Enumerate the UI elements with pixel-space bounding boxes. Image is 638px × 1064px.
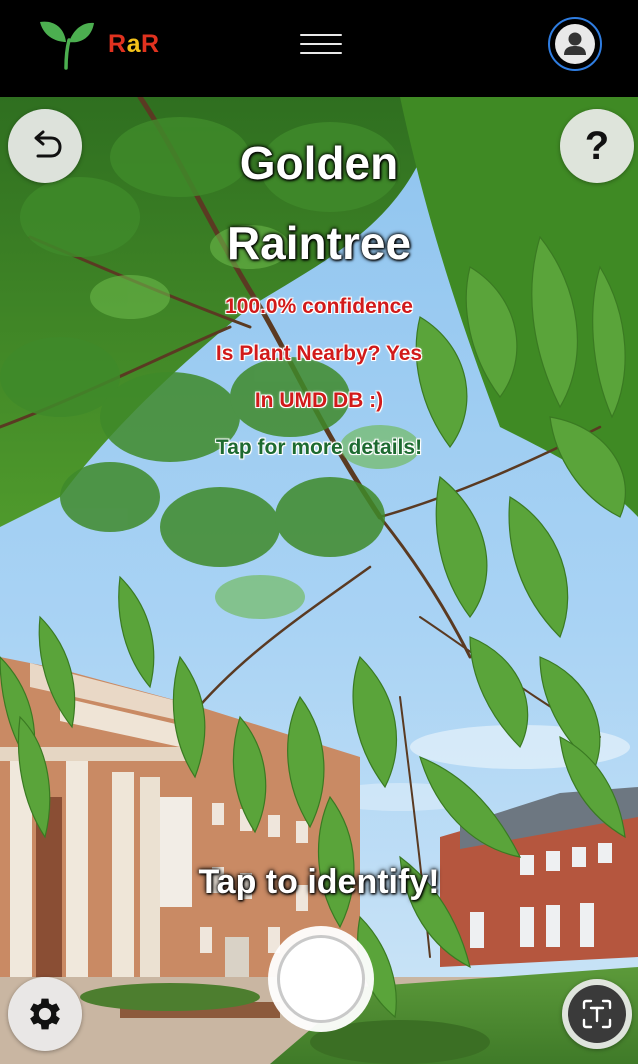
camera-preview[interactable]: ? Golden Raintree 100.0% confidence Is P…: [0, 97, 638, 1064]
hamburger-menu-icon[interactable]: [298, 30, 344, 58]
profile-button[interactable]: [548, 17, 602, 71]
database-status-text: In UMD DB :): [254, 389, 384, 412]
user-account-icon: [555, 24, 595, 64]
shutter-ring: [277, 935, 365, 1023]
text-recognition-icon: [568, 985, 626, 1043]
app-header: RaR: [0, 0, 638, 97]
gear-icon: [30, 998, 60, 1030]
plant-name-line1: Golden: [239, 137, 399, 189]
shutter-button[interactable]: [268, 926, 374, 1032]
nearby-status-text: Is Plant Nearby? Yes: [215, 342, 423, 365]
confidence-text: 100.0% confidence: [225, 295, 413, 318]
brand-letter-r2: R: [140, 30, 160, 58]
more-details-link[interactable]: Tap for more details!: [0, 424, 638, 471]
brand-letter-r: R: [108, 30, 127, 58]
identification-result[interactable]: Golden Raintree 100.0% confidence Is Pla…: [0, 123, 638, 471]
app-brand: RaR: [108, 30, 160, 59]
brand-letter-a: a: [126, 30, 141, 58]
plant-name-line2: Raintree: [226, 217, 412, 269]
text-scan-button[interactable]: [562, 979, 632, 1049]
identify-prompt: Tap to identify!: [198, 863, 440, 901]
settings-button[interactable]: [8, 977, 82, 1051]
sprout-icon: [40, 21, 94, 70]
